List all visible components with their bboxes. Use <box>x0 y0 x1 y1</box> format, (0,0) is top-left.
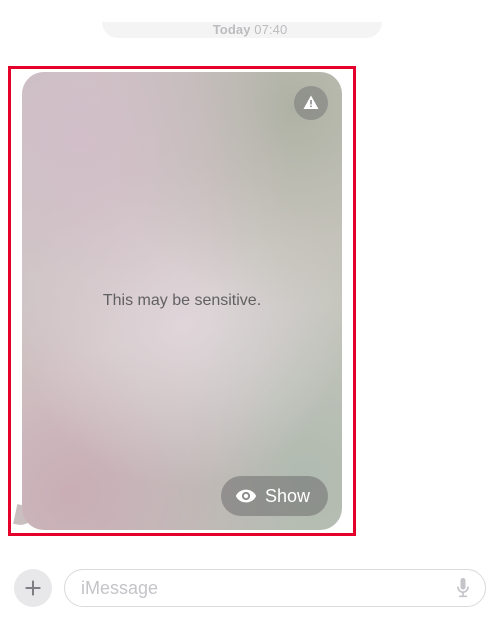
warning-triangle-icon <box>302 94 320 112</box>
eye-icon <box>235 485 257 507</box>
sensitive-image-bubble[interactable]: This may be sensitive. Show <box>22 72 342 530</box>
sensitive-content-label: This may be sensitive. <box>103 292 261 310</box>
show-button[interactable]: Show <box>221 476 328 516</box>
previous-message-bubble <box>102 22 382 38</box>
add-button[interactable] <box>14 569 52 607</box>
show-button-label: Show <box>265 486 310 507</box>
incoming-message[interactable]: This may be sensitive. Show <box>22 72 342 530</box>
message-composer <box>0 564 500 612</box>
microphone-icon <box>453 576 473 600</box>
dictation-button[interactable] <box>453 576 473 600</box>
warning-badge[interactable] <box>294 86 328 120</box>
message-input[interactable] <box>81 578 453 599</box>
message-input-container[interactable] <box>64 569 486 607</box>
plus-icon <box>23 578 43 598</box>
